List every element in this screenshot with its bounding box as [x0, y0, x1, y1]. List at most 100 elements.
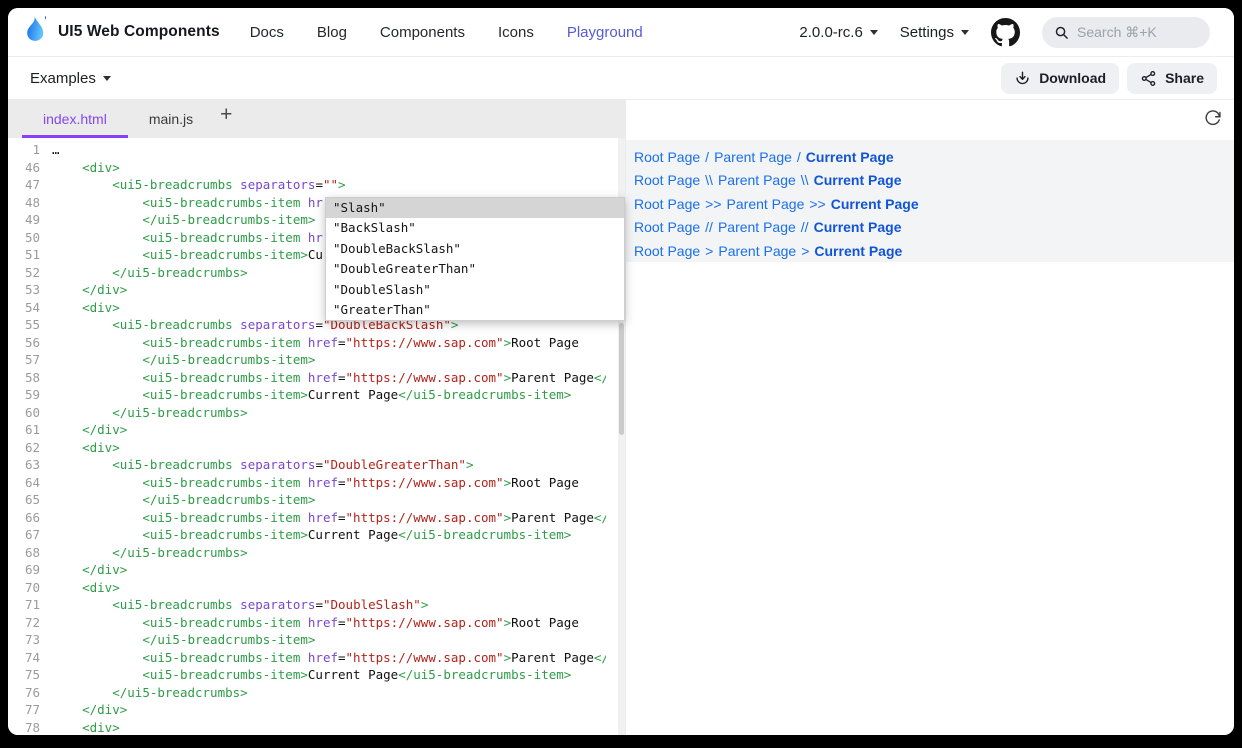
code-line: 68 </ui5-breadcrumbs> — [8, 544, 625, 562]
autocomplete-option[interactable]: "GreaterThan" — [326, 300, 624, 320]
code-text[interactable]: </ui5-breadcrumbs-item> — [52, 631, 606, 649]
nav-link-icons[interactable]: Icons — [498, 24, 534, 41]
code-line: 1… — [8, 141, 625, 159]
settings-menu[interactable]: Settings — [900, 24, 969, 41]
line-number: 77 — [8, 701, 52, 719]
autocomplete-option[interactable]: "DoubleBackSlash" — [326, 239, 624, 259]
code-text[interactable]: <div> — [52, 719, 606, 736]
search-input[interactable] — [1077, 24, 1195, 40]
code-text[interactable]: </div> — [52, 701, 606, 719]
code-text[interactable]: <ui5-breadcrumbs separators=""> — [52, 176, 606, 194]
code-line: 56 <ui5-breadcrumbs-item href="https://w… — [8, 334, 625, 352]
share-button[interactable]: Share — [1127, 63, 1217, 94]
code-line: 71 <ui5-breadcrumbs separators="DoubleSl… — [8, 596, 625, 614]
line-number: 71 — [8, 596, 52, 614]
breadcrumb-current: Current Page — [806, 149, 894, 165]
line-number: 55 — [8, 316, 52, 334]
code-text[interactable]: </div> — [52, 421, 606, 439]
breadcrumb-current: Current Page — [814, 219, 902, 235]
breadcrumb-link[interactable]: Root Page — [634, 196, 700, 212]
line-number: 56 — [8, 334, 52, 352]
code-text[interactable]: <ui5-breadcrumbs-item>Current Page</ui5-… — [52, 526, 606, 544]
top-navigation: UI5 Web Components Docs Blog Components Ico… — [8, 8, 1234, 57]
examples-menu[interactable]: Examples — [30, 70, 111, 87]
nav-link-components[interactable]: Components — [380, 24, 465, 41]
scrollbar-thumb[interactable] — [619, 323, 624, 435]
code-text[interactable]: <div> — [52, 579, 606, 597]
nav-link-docs[interactable]: Docs — [250, 24, 284, 41]
code-text[interactable]: <ui5-breadcrumbs-item href="https://www.… — [52, 649, 606, 667]
breadcrumb-link[interactable]: Parent Page — [727, 196, 805, 212]
code-text[interactable]: <ui5-breadcrumbs-item href="https://www.… — [52, 334, 606, 352]
download-button[interactable]: Download — [1001, 63, 1119, 94]
version-menu[interactable]: 2.0.0-rc.6 — [799, 24, 877, 41]
topnav-right: 2.0.0-rc.6 Settings — [799, 17, 1210, 48]
search-box[interactable] — [1042, 17, 1210, 48]
autocomplete-option[interactable]: "DoubleSlash" — [326, 280, 624, 300]
breadcrumb-link[interactable]: Parent Page — [718, 172, 796, 188]
download-label: Download — [1039, 70, 1106, 86]
autocomplete-option[interactable]: "Slash" — [326, 198, 624, 218]
code-text[interactable]: <div> — [52, 439, 606, 457]
breadcrumb-link[interactable]: Parent Page — [718, 243, 796, 259]
github-link[interactable] — [991, 18, 1020, 47]
code-line: 75 <ui5-breadcrumbs-item>Current Page</u… — [8, 666, 625, 684]
refresh-icon — [1204, 110, 1221, 127]
line-number: 61 — [8, 421, 52, 439]
line-number: 67 — [8, 526, 52, 544]
code-text[interactable]: … — [52, 141, 606, 159]
breadcrumb-row: Root Page//Parent Page//Current Page — [634, 216, 1234, 240]
code-text[interactable]: <ui5-breadcrumbs-item href="https://www.… — [52, 369, 606, 387]
line-number: 78 — [8, 719, 52, 736]
nav-link-playground[interactable]: Playground — [567, 24, 643, 41]
breadcrumb-link[interactable]: Parent Page — [714, 149, 792, 165]
autocomplete-option[interactable]: "BackSlash" — [326, 218, 624, 238]
breadcrumb-current: Current Page — [814, 172, 902, 188]
code-text[interactable]: <ui5-breadcrumbs-item href="https://www.… — [52, 614, 606, 632]
code-line: 46 <div> — [8, 159, 625, 177]
tab-main-js[interactable]: main.js — [128, 100, 214, 138]
code-line: 67 <ui5-breadcrumbs-item>Current Page</u… — [8, 526, 625, 544]
app-window: UI5 Web Components Docs Blog Components Ico… — [8, 8, 1234, 735]
code-text[interactable]: </ui5-breadcrumbs> — [52, 404, 606, 422]
code-text[interactable]: <ui5-breadcrumbs-item>Current Page</ui5-… — [52, 666, 606, 684]
breadcrumb-link[interactable]: Root Page — [634, 172, 700, 188]
brand[interactable]: UI5 Web Components — [22, 15, 220, 50]
line-number: 73 — [8, 631, 52, 649]
tab-index-html[interactable]: index.html — [22, 100, 128, 138]
nav-link-blog[interactable]: Blog — [317, 24, 347, 41]
code-text[interactable]: </ui5-breadcrumbs-item> — [52, 491, 606, 509]
code-text[interactable]: <ui5-breadcrumbs separators="DoubleGreat… — [52, 456, 606, 474]
download-icon — [1014, 70, 1031, 87]
code-text[interactable]: <ui5-breadcrumbs-item href="https://www.… — [52, 509, 606, 527]
refresh-button[interactable] — [1204, 110, 1221, 132]
breadcrumb-row: Root Page\\Parent Page\\Current Page — [634, 169, 1234, 193]
code-text[interactable]: </ui5-breadcrumbs> — [52, 684, 606, 702]
line-number: 60 — [8, 404, 52, 422]
code-text[interactable]: </ui5-breadcrumbs-item> — [52, 351, 606, 369]
line-number: 54 — [8, 299, 52, 317]
code-line: 76 </ui5-breadcrumbs> — [8, 684, 625, 702]
code-line: 69 </div> — [8, 561, 625, 579]
line-number: 65 — [8, 491, 52, 509]
line-number: 62 — [8, 439, 52, 457]
code-text[interactable]: </div> — [52, 561, 606, 579]
code-text[interactable]: </ui5-breadcrumbs> — [52, 544, 606, 562]
window-frame: UI5 Web Components Docs Blog Components Ico… — [0, 0, 1242, 748]
code-line: 58 <ui5-breadcrumbs-item href="https://w… — [8, 369, 625, 387]
breadcrumb-link[interactable]: Parent Page — [718, 219, 796, 235]
breadcrumb-link[interactable]: Root Page — [634, 243, 700, 259]
autocomplete-option[interactable]: "DoubleGreaterThan" — [326, 259, 624, 279]
chevron-down-icon — [961, 30, 969, 35]
breadcrumb-link[interactable]: Root Page — [634, 219, 700, 235]
line-number: 68 — [8, 544, 52, 562]
code-text[interactable]: <div> — [52, 159, 606, 177]
code-text[interactable]: <ui5-breadcrumbs-item href="https://www.… — [52, 474, 606, 492]
code-text[interactable]: <ui5-breadcrumbs-item>Current Page</ui5-… — [52, 386, 606, 404]
line-number: 63 — [8, 456, 52, 474]
code-text[interactable]: <ui5-breadcrumbs separators="DoubleSlash… — [52, 596, 606, 614]
add-tab-button[interactable]: + — [214, 100, 242, 125]
breadcrumb-link[interactable]: Root Page — [634, 149, 700, 165]
code-line: 65 </ui5-breadcrumbs-item> — [8, 491, 625, 509]
chevron-down-icon — [103, 76, 111, 81]
